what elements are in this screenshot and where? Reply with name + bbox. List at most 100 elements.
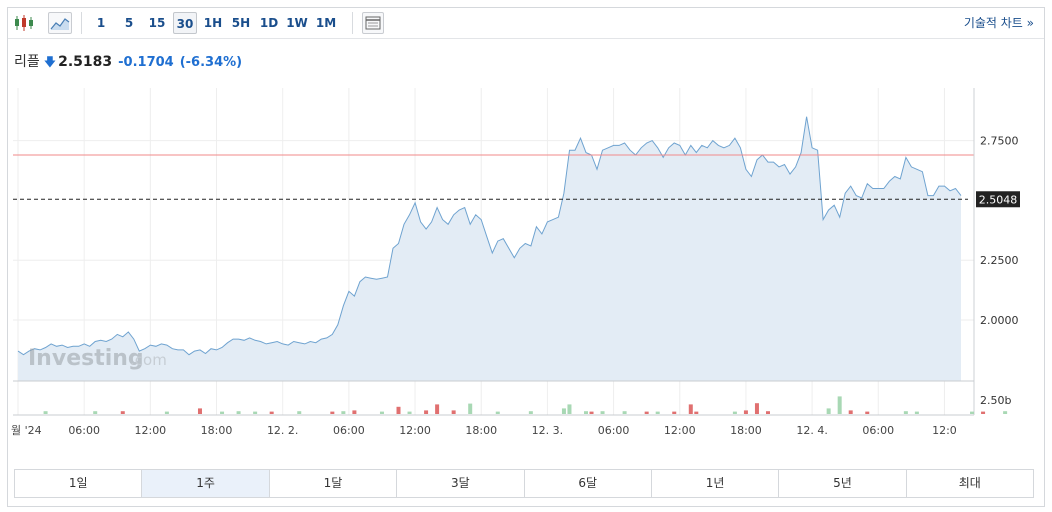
volume-bar bbox=[826, 408, 831, 414]
volume-bar bbox=[754, 403, 759, 414]
volume-bar bbox=[694, 411, 699, 414]
price-area bbox=[18, 116, 961, 381]
current-price-tag: 2.5048 bbox=[976, 191, 1020, 208]
time-tick-label: 12. 2. bbox=[267, 424, 299, 437]
volume-bar bbox=[622, 411, 627, 414]
chart-toolbar: 1 5 15 30 1H 5H 1D 1W 1M 기술적 차트 » bbox=[8, 8, 1044, 39]
range-3mo[interactable]: 3달 bbox=[397, 470, 525, 497]
price-quote: 리플 🡇 2.5183 -0.1704 (-6.34%) bbox=[14, 52, 242, 72]
volume-bar bbox=[120, 411, 125, 414]
volume-bar bbox=[743, 410, 748, 414]
volume-bar bbox=[297, 411, 302, 414]
time-tick-label: 06:00 bbox=[598, 424, 630, 437]
volume-bar bbox=[865, 411, 870, 414]
volume-bar bbox=[330, 411, 335, 414]
technical-chart-link[interactable]: 기술적 차트 » bbox=[964, 12, 1034, 34]
candlestick-chart-icon[interactable] bbox=[12, 12, 36, 34]
chart-widget: 1 5 15 30 1H 5H 1D 1W 1M 기술적 차트 » 리플 🡇 2.5… bbox=[7, 7, 1045, 507]
time-tick-label: 18:00 bbox=[465, 424, 497, 437]
price-change: -0.1704 bbox=[118, 55, 174, 70]
interval-5m[interactable]: 5 bbox=[122, 12, 136, 34]
volume-tick-label: 2.50b bbox=[980, 394, 1011, 407]
volume-bar bbox=[914, 411, 919, 414]
volume-bar bbox=[379, 411, 384, 414]
volume-bar bbox=[672, 411, 677, 414]
volume-bar bbox=[655, 411, 660, 414]
time-tick-label: 18:00 bbox=[201, 424, 233, 437]
volume-bar bbox=[837, 396, 842, 414]
toolbar-separator bbox=[352, 12, 353, 34]
table-view-icon[interactable] bbox=[362, 12, 384, 34]
time-tick-label: 12:00 bbox=[134, 424, 166, 437]
volume-bar bbox=[981, 411, 986, 414]
volume-bars bbox=[43, 396, 1008, 414]
volume-bar bbox=[970, 411, 975, 414]
interval-15m[interactable]: 15 bbox=[147, 12, 167, 34]
range-6mo[interactable]: 6달 bbox=[525, 470, 652, 497]
volume-bar bbox=[600, 411, 605, 414]
volume-bar bbox=[468, 403, 473, 414]
price-tick-label: 2.0000 bbox=[980, 314, 1019, 327]
volume-bar bbox=[197, 408, 202, 414]
volume-bar bbox=[164, 411, 169, 414]
interval-1d[interactable]: 1D bbox=[259, 12, 279, 34]
volume-bar bbox=[269, 411, 274, 414]
price-change-percent: (-6.34%) bbox=[179, 55, 243, 70]
volume-bar bbox=[220, 411, 225, 414]
range-1y[interactable]: 1년 bbox=[652, 470, 780, 497]
volume-bar bbox=[644, 411, 649, 414]
volume-bar bbox=[435, 404, 440, 414]
instrument-name: 리플 bbox=[14, 54, 40, 70]
volume-bar bbox=[341, 411, 346, 414]
time-tick-label: 06:00 bbox=[862, 424, 894, 437]
watermark-brand: Investing bbox=[28, 346, 144, 371]
time-tick-label: 12. 3. bbox=[532, 424, 564, 437]
price-tick-label: 2.7500 bbox=[980, 135, 1019, 148]
volume-bar bbox=[848, 410, 853, 414]
range-5y[interactable]: 5년 bbox=[779, 470, 907, 497]
current-price-label: 2.5048 bbox=[979, 193, 1018, 206]
volume-bar bbox=[765, 411, 770, 414]
volume-bar bbox=[528, 411, 533, 414]
volume-bar bbox=[396, 406, 401, 414]
area-chart-icon[interactable] bbox=[48, 12, 72, 34]
range-max[interactable]: 최대 bbox=[907, 470, 1033, 497]
time-tick-label: 12. 4. bbox=[796, 424, 828, 437]
time-axis: 월 '24 06:00 12:00 18:00 12. 2. 06:00 12:00 18:0… bbox=[11, 424, 957, 437]
range-1mo[interactable]: 1달 bbox=[270, 470, 398, 497]
down-arrow-icon: 🡇 bbox=[43, 55, 57, 69]
volume-bar bbox=[732, 411, 737, 414]
interval-5h[interactable]: 5H bbox=[230, 12, 252, 34]
interval-1mo[interactable]: 1M bbox=[314, 12, 338, 34]
range-1w[interactable]: 1주 bbox=[142, 470, 270, 497]
volume-bar bbox=[407, 411, 412, 414]
watermark-suffix: .com bbox=[130, 351, 167, 369]
volume-bar bbox=[1003, 411, 1008, 414]
volume-bar bbox=[253, 411, 258, 414]
time-tick-label: 12:00 bbox=[399, 424, 431, 437]
volume-bar bbox=[93, 411, 98, 414]
volume-bar bbox=[688, 404, 693, 414]
volume-bar bbox=[567, 404, 572, 414]
time-tick-label: 06:00 bbox=[333, 424, 365, 437]
volume-bar bbox=[43, 411, 48, 414]
interval-30m[interactable]: 30 bbox=[173, 12, 197, 34]
interval-1h[interactable]: 1H bbox=[203, 12, 223, 34]
volume-bar bbox=[903, 411, 908, 414]
interval-1w[interactable]: 1W bbox=[285, 12, 309, 34]
range-1d[interactable]: 1일 bbox=[15, 470, 143, 497]
volume-bar bbox=[589, 411, 594, 414]
time-tick-label: 월 '24 bbox=[11, 424, 42, 437]
interval-1m[interactable]: 1 bbox=[94, 12, 108, 34]
price-tick-label: 2.2500 bbox=[980, 254, 1019, 267]
volume-bar bbox=[451, 410, 456, 414]
volume-bar bbox=[236, 411, 241, 414]
time-tick-label: 12:00 bbox=[664, 424, 696, 437]
time-tick-label: 18:00 bbox=[730, 424, 762, 437]
last-price: 2.5183 bbox=[58, 54, 113, 70]
price-chart[interactable]: 2.7500 2.2500 2.0000 2.50b 월 '24 06:00 12:00 1… bbox=[8, 80, 1044, 460]
volume-bar bbox=[584, 411, 589, 414]
volume-bar bbox=[424, 410, 429, 414]
range-selector: 1일 1주 1달 3달 6달 1년 5년 최대 bbox=[14, 469, 1034, 498]
time-tick-label: 06:00 bbox=[68, 424, 100, 437]
